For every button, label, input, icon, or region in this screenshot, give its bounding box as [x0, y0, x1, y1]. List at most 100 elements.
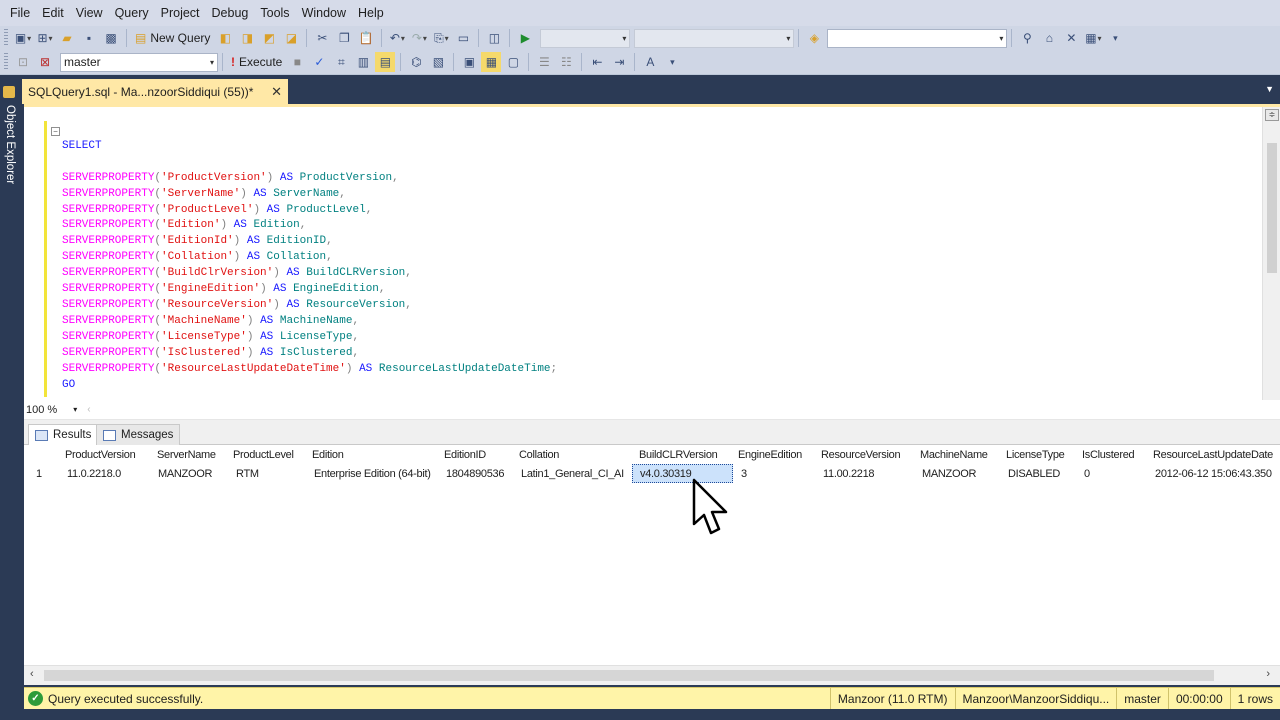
results-to-file-icon[interactable]: ▢ — [503, 52, 523, 72]
object-explorer-tab-icon[interactable] — [3, 86, 15, 98]
chevron-down-icon[interactable]: ▾ — [73, 405, 77, 414]
registered-servers-icon[interactable]: ⚲ — [1017, 28, 1037, 48]
toolbar-grip[interactable] — [4, 53, 8, 71]
save-icon[interactable]: ▪ — [79, 28, 99, 48]
table-cell[interactable]: 0 — [1084, 468, 1090, 480]
table-cell[interactable]: 11.00.2218 — [823, 468, 875, 480]
client-statistics-icon[interactable]: ▧ — [428, 52, 448, 72]
tab-results[interactable]: Results — [28, 424, 99, 445]
database-select[interactable]: master ▾ — [60, 52, 218, 72]
connect-icon[interactable]: ⊡ — [13, 52, 33, 72]
query-editor[interactable]: − SELECT SERVERPROPERTY('ProductVersion'… — [24, 104, 1280, 403]
change-connection-icon[interactable]: ⊠ — [35, 52, 55, 72]
column-header[interactable]: LicenseType — [1006, 449, 1065, 461]
menu-file[interactable]: File — [4, 0, 36, 26]
new-query-button[interactable]: ▤ New Query — [131, 28, 214, 48]
cut-icon[interactable]: ✂ — [312, 28, 332, 48]
activity-monitor-icon[interactable]: ◫ — [484, 28, 504, 48]
column-header[interactable]: ProductLevel — [233, 449, 294, 461]
table-cell[interactable]: Enterprise Edition (64-bit) — [314, 468, 431, 480]
database-engine-query-icon[interactable]: ◧ — [215, 28, 235, 48]
menu-project[interactable]: Project — [155, 0, 206, 26]
redo-icon[interactable]: ↷ — [409, 28, 429, 48]
tab-sqlquery1[interactable]: SQLQuery1.sql - Ma...nzoorSiddiqui (55))… — [22, 79, 288, 104]
column-header[interactable]: Collation — [519, 449, 559, 461]
xmla-query-icon[interactable]: ◪ — [281, 28, 301, 48]
start-debug-icon[interactable]: ▶ — [515, 28, 535, 48]
row-number[interactable]: 1 — [36, 468, 42, 480]
table-cell[interactable]: MANZOOR — [158, 468, 212, 480]
column-header[interactable]: ResourceLastUpdateDate — [1153, 449, 1273, 461]
column-header[interactable]: EditionID — [444, 449, 486, 461]
column-header[interactable]: MachineName — [920, 449, 988, 461]
find-in-files-icon[interactable]: ◈ — [804, 28, 824, 48]
decrease-indent-icon[interactable]: ⇤ — [587, 52, 607, 72]
zoom-level[interactable]: 100 % — [26, 404, 57, 416]
menu-help[interactable]: Help — [352, 0, 390, 26]
toolbar-grip[interactable] — [4, 29, 8, 47]
menu-debug[interactable]: Debug — [206, 0, 255, 26]
copy-icon[interactable]: ❐ — [334, 28, 354, 48]
column-header[interactable]: ResourceVersion — [821, 449, 901, 461]
split-icon[interactable]: ≑ — [1265, 109, 1279, 121]
table-cell[interactable]: 3 — [741, 468, 747, 480]
execute-button[interactable]: ! Execute — [227, 52, 286, 72]
comment-icon[interactable]: ☰ — [534, 52, 554, 72]
cancel-query-icon[interactable]: ■ — [287, 52, 307, 72]
intellisense-icon[interactable]: ▤ — [375, 52, 396, 72]
increase-indent-icon[interactable]: ⇥ — [609, 52, 629, 72]
window-icon[interactable]: ▭ — [453, 28, 473, 48]
save-all-icon[interactable]: ▩ — [101, 28, 121, 48]
table-cell[interactable]: 1804890536 — [446, 468, 504, 480]
specify-values-icon[interactable]: A — [640, 52, 660, 72]
find-combo[interactable]: ▾ — [827, 28, 1008, 48]
toolbar-options-icon[interactable]: ▾ — [1105, 28, 1125, 48]
column-header[interactable]: BuildCLRVersion — [639, 449, 718, 461]
tools-icon[interactable]: ✕ — [1061, 28, 1081, 48]
scroll-left-icon[interactable]: ‹ — [87, 404, 90, 415]
menu-tools[interactable]: Tools — [254, 0, 295, 26]
editor-scroll-thumb[interactable] — [1267, 143, 1277, 273]
results-to-grid-icon[interactable]: ▦ — [481, 52, 502, 72]
column-header[interactable]: Edition — [312, 449, 344, 461]
tab-messages[interactable]: Messages — [96, 424, 181, 445]
undo-icon[interactable]: ↶ — [387, 28, 407, 48]
uncomment-icon[interactable]: ☷ — [556, 52, 576, 72]
scroll-left-icon[interactable]: ‹ — [30, 668, 34, 680]
sql-code[interactable]: SELECT SERVERPROPERTY('ProductVersion') … — [62, 123, 557, 393]
table-cell[interactable]: RTM — [236, 468, 259, 480]
menu-window[interactable]: Window — [296, 0, 352, 26]
results-horizontal-scrollbar[interactable]: ‹ › — [24, 665, 1280, 685]
menu-query[interactable]: Query — [109, 0, 155, 26]
results-grid[interactable]: ProductVersion ServerName ProductLevel E… — [24, 445, 1280, 685]
estimated-plan-icon[interactable]: ⌗ — [331, 52, 351, 72]
object-explorer-icon[interactable]: ⌂ — [1039, 28, 1059, 48]
analysis-query-icon[interactable]: ◨ — [237, 28, 257, 48]
column-header[interactable]: EngineEdition — [738, 449, 802, 461]
table-cell[interactable]: Latin1_General_CI_AI — [521, 468, 624, 480]
table-cell[interactable]: MANZOOR — [922, 468, 976, 480]
column-header[interactable]: ProductVersion — [65, 449, 136, 461]
table-cell[interactable]: DISABLED — [1008, 468, 1060, 480]
solution-platform-combo[interactable]: ▾ — [634, 28, 795, 48]
query-designer-icon[interactable]: ▥ — [353, 52, 373, 72]
tab-list-chevron-icon[interactable]: ▼ — [1265, 84, 1274, 94]
object-explorer-tab[interactable]: Object Explorer — [2, 105, 16, 184]
menu-view[interactable]: View — [70, 0, 109, 26]
table-cell-selected[interactable]: v4.0.30319 — [640, 468, 692, 480]
add-item-icon[interactable]: ⊞ — [35, 28, 55, 48]
open-file-icon[interactable]: ▰ — [57, 28, 77, 48]
table-cell[interactable]: 2012-06-12 15:06:43.350 — [1155, 468, 1272, 480]
table-cell[interactable]: 11.0.2218.0 — [67, 468, 121, 480]
column-header[interactable]: IsClustered — [1082, 449, 1135, 461]
solution-config-combo[interactable]: ▾ — [540, 28, 631, 48]
editor-vertical-scrollbar[interactable]: ≑ — [1262, 107, 1280, 403]
toolbar-options-icon[interactable]: ▾ — [662, 52, 682, 72]
collapse-icon[interactable]: − — [51, 127, 60, 136]
scroll-right-icon[interactable]: › — [1266, 668, 1270, 680]
actual-plan-icon[interactable]: ⌬ — [406, 52, 426, 72]
menu-edit[interactable]: Edit — [36, 0, 70, 26]
mdx-query-icon[interactable]: ◩ — [259, 28, 279, 48]
parse-icon[interactable]: ✓ — [309, 52, 329, 72]
column-header[interactable]: ServerName — [157, 449, 216, 461]
